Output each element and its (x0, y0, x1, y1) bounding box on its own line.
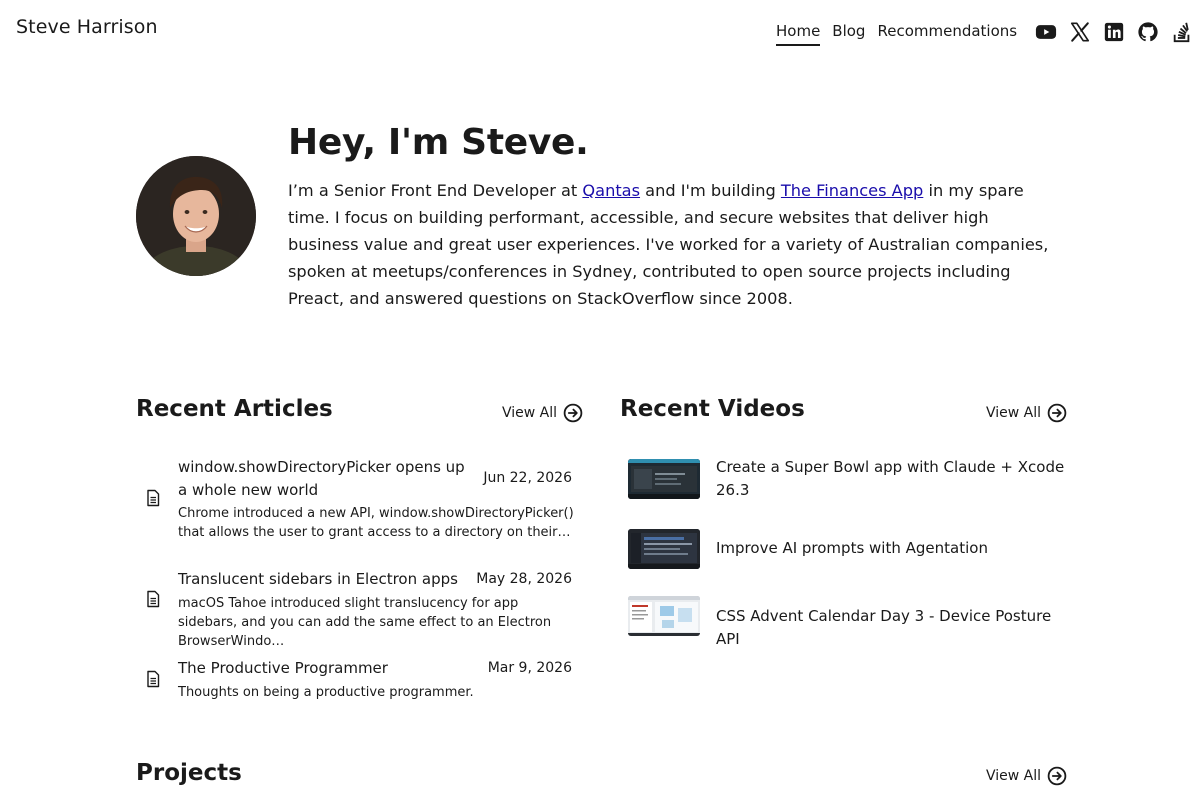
article-date: Mar 9, 2026 (487, 660, 572, 676)
x-icon[interactable] (1068, 20, 1092, 44)
arrow-circle-right-icon (1047, 403, 1067, 423)
articles-section-title: Recent Articles (136, 396, 333, 422)
document-icon (147, 489, 160, 507)
hero-intro-text: in my spare time. I focus on building pe… (288, 181, 1049, 308)
videos-view-all[interactable]: View All (986, 403, 1067, 423)
avatar (136, 156, 256, 276)
hero-intro: I’m a Senior Front End Developer at Qant… (288, 177, 1063, 312)
stackoverflow-icon[interactable] (1170, 20, 1194, 44)
arrow-circle-right-icon (563, 403, 583, 423)
article-title[interactable]: The Productive Programmer (178, 657, 388, 680)
articles-view-all[interactable]: View All (502, 403, 583, 423)
hero-title: Hey, I'm Steve. (288, 122, 589, 163)
article-date: Jun 22, 2026 (483, 470, 572, 486)
linkedin-icon[interactable] (1102, 20, 1126, 44)
article-item[interactable]: The Productive Programmer Mar 9, 2026 Th… (136, 657, 580, 707)
nav-blog[interactable]: Blog (832, 22, 865, 46)
main-nav: Home Blog Recommendations (776, 22, 1017, 46)
article-title[interactable]: window.showDirectoryPicker opens up a wh… (178, 456, 468, 502)
view-all-label: View All (986, 768, 1042, 784)
article-item[interactable]: window.showDirectoryPicker opens up a wh… (136, 456, 580, 546)
view-all-label: View All (986, 405, 1042, 421)
projects-section-title: Projects (136, 760, 242, 786)
video-item[interactable]: CSS Advent Calendar Day 3 - Device Postu… (620, 594, 1064, 648)
document-icon (147, 590, 160, 608)
github-icon[interactable] (1136, 20, 1160, 44)
video-thumbnail[interactable] (628, 459, 700, 499)
video-title[interactable]: Improve AI prompts with Agentation (716, 537, 1066, 560)
site-title[interactable]: Steve Harrison (16, 16, 158, 38)
article-description: Thoughts on being a productive programme… (178, 685, 474, 700)
view-all-label: View All (502, 405, 558, 421)
video-thumbnail[interactable] (628, 596, 700, 636)
hero-intro-text: and I'm building (640, 181, 781, 200)
arrow-circle-right-icon (1047, 766, 1067, 786)
link-qantas[interactable]: Qantas (582, 181, 640, 200)
article-title[interactable]: Translucent sidebars in Electron apps (178, 568, 458, 591)
article-description: Chrome introduced a new API, window.show… (178, 506, 574, 540)
video-title[interactable]: Create a Super Bowl app with Claude + Xc… (716, 456, 1066, 502)
article-item[interactable]: Translucent sidebars in Electron apps Ma… (136, 568, 580, 649)
video-item[interactable]: Improve AI prompts with Agentation (620, 526, 1064, 570)
youtube-icon[interactable] (1034, 20, 1058, 44)
video-title[interactable]: CSS Advent Calendar Day 3 - Device Postu… (716, 605, 1066, 651)
article-date: May 28, 2026 (476, 571, 572, 587)
video-thumbnail[interactable] (628, 529, 700, 569)
article-description: macOS Tahoe introduced slight translucen… (178, 596, 552, 649)
social-links (1034, 20, 1194, 44)
nav-recommendations[interactable]: Recommendations (877, 22, 1017, 46)
video-item[interactable]: Create a Super Bowl app with Claude + Xc… (620, 456, 1064, 506)
document-icon (147, 670, 160, 688)
videos-section-title: Recent Videos (620, 396, 805, 422)
nav-home[interactable]: Home (776, 22, 821, 46)
projects-view-all[interactable]: View All (986, 766, 1067, 786)
link-finances-app[interactable]: The Finances App (781, 181, 923, 200)
hero-intro-text: I’m a Senior Front End Developer at (288, 181, 583, 200)
